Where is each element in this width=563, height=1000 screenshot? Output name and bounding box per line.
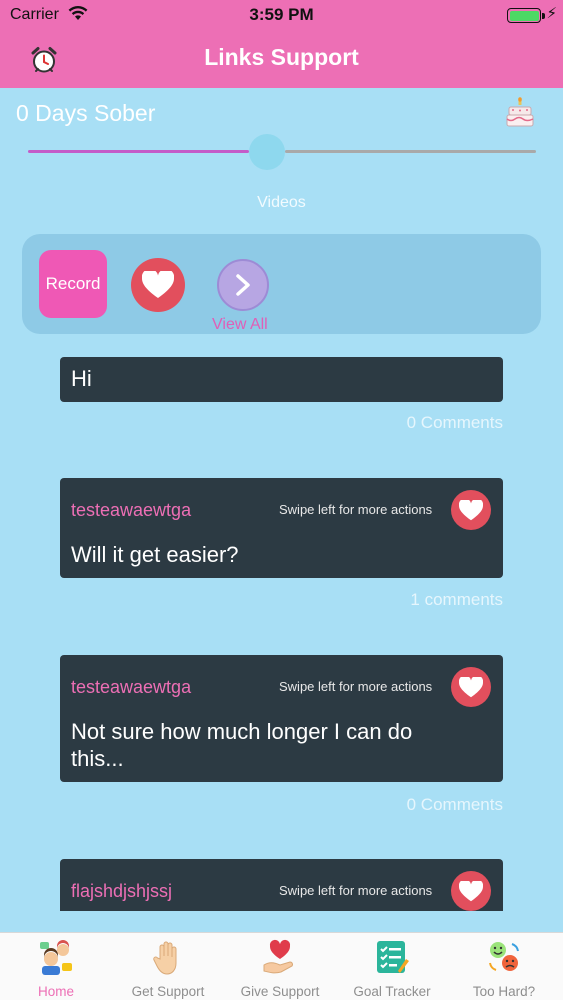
raised-hand-icon [153, 941, 177, 975]
heart-icon [459, 676, 483, 697]
days-sober-label: 0 Days Sober [16, 100, 156, 126]
comments-count[interactable]: 0 Comments [60, 795, 503, 815]
checklist-icon [377, 941, 409, 973]
tab-get-support[interactable]: Get Support [112, 933, 224, 1000]
tab-bar: Home Get Support Give Support Goal Track… [0, 932, 563, 1000]
chevron-right-icon [236, 274, 250, 296]
post-card[interactable]: Hi [60, 357, 503, 402]
post-author: testeawaewtga [71, 500, 192, 520]
like-button[interactable] [451, 871, 491, 911]
swipe-hint: Swipe left for more actions [279, 679, 433, 694]
like-button[interactable] [451, 490, 491, 530]
tab-goal-tracker[interactable]: Goal Tracker [336, 933, 448, 1000]
post-message: Hi [71, 366, 92, 391]
tab-give-support[interactable]: Give Support [224, 933, 336, 1000]
tab-label: Home [37, 984, 74, 999]
battery-icon [507, 8, 541, 23]
view-all-button[interactable] [217, 259, 269, 311]
tab-too-hard[interactable]: Too Hard? [448, 933, 560, 1000]
slider-empty-track [284, 150, 536, 153]
post-card[interactable]: flajshdjshjssj Swipe left for more actio… [60, 859, 503, 911]
heart-icon [142, 271, 174, 298]
post-card[interactable]: testeawaewtga Swipe left for more action… [60, 655, 503, 782]
heart-icon [459, 499, 483, 520]
sober-progress-slider[interactable] [28, 134, 536, 170]
post-author: flajshdjshjssj [71, 881, 173, 901]
post-card[interactable]: testeawaewtga Swipe left for more action… [60, 478, 503, 578]
tab-home[interactable]: Home [0, 933, 112, 1000]
tab-label: Goal Tracker [353, 984, 431, 999]
swipe-hint: Swipe left for more actions [279, 883, 433, 898]
status-bar: Carrier 3:59 PM ⚡︎ [0, 0, 563, 30]
record-button[interactable]: Record [39, 250, 107, 318]
home-people-icon [40, 940, 72, 975]
videos-section-label: Videos [257, 194, 306, 211]
charging-bolt-icon: ⚡︎ [546, 5, 557, 22]
favorites-button[interactable] [131, 258, 185, 312]
view-all-label[interactable]: View All [212, 316, 268, 334]
comments-count[interactable]: 1 comments [60, 590, 503, 610]
nav-bar: Links Support [0, 30, 563, 88]
like-button[interactable] [451, 667, 491, 707]
heart-icon [459, 880, 483, 901]
heart-in-hand-icon [263, 939, 293, 974]
post-author: testeawaewtga [71, 677, 192, 697]
swipe-hint: Swipe left for more actions [279, 502, 433, 517]
post-message: Not sure how much longer I can do this..… [71, 719, 413, 771]
videos-panel: Record View All [22, 234, 541, 334]
clock: 3:59 PM [249, 5, 314, 24]
slider-filled-track [28, 150, 249, 153]
page-title: Links Support [204, 44, 359, 70]
cake-icon[interactable] [505, 97, 535, 129]
slider-thumb[interactable] [248, 134, 285, 170]
post-message: Will it get easier? [71, 542, 239, 567]
tab-label: Too Hard? [472, 984, 536, 999]
comments-count[interactable]: 0 Comments [60, 413, 503, 433]
mood-faces-icon [489, 942, 519, 971]
tab-label: Get Support [131, 984, 205, 999]
tab-label: Give Support [240, 984, 320, 999]
